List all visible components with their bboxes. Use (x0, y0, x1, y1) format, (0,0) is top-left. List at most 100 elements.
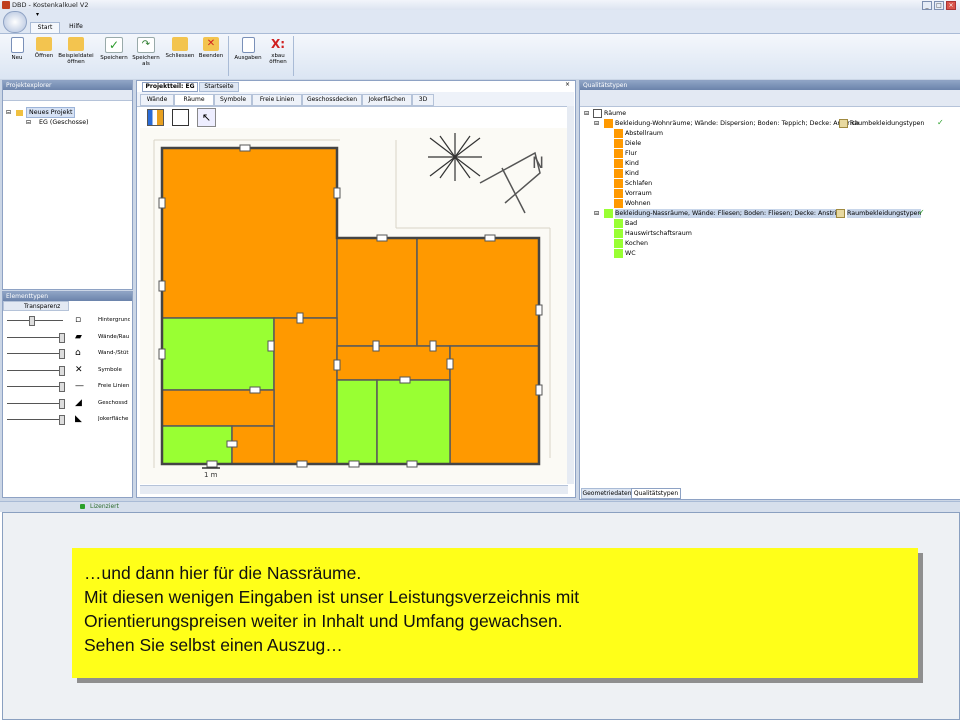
exit-label: Beenden (198, 53, 224, 59)
view-tab[interactable]: 3D (412, 94, 434, 106)
save-button[interactable]: ✓ Speichern (98, 37, 130, 61)
view-tab[interactable]: Räume (174, 94, 214, 106)
new-button[interactable]: Neu (4, 37, 30, 61)
group-color-swatch (604, 119, 613, 128)
transparency-slider-track[interactable] (7, 402, 63, 404)
room-abstellraum (161, 389, 275, 427)
tree-collapse-icon[interactable]: ⊟ (6, 109, 11, 116)
app-icon (2, 1, 10, 9)
plan-toolbar: ↖ (145, 106, 217, 128)
minimize-button[interactable]: _ (922, 1, 932, 10)
room-item[interactable]: Schlafen (625, 179, 652, 188)
tree-root-label[interactable]: Räume (604, 109, 626, 118)
opening-marker (406, 460, 418, 468)
xbau-open-button[interactable]: X: xbau öffnen (264, 37, 292, 65)
pointer-tool-icon[interactable]: ↖ (197, 108, 216, 127)
transparency-slider-thumb[interactable] (59, 382, 65, 392)
opening-marker (535, 304, 543, 316)
output-button[interactable]: Ausgaben (232, 37, 264, 61)
tree-collapse-icon[interactable]: ⊟ (584, 109, 589, 118)
tree-item-project[interactable]: Neues Projekt (26, 107, 76, 118)
room-item[interactable]: WC (625, 249, 636, 258)
doc-tab-projektteil[interactable]: Projektteil: EG (142, 82, 198, 92)
save-as-button[interactable]: ↷ Speichern als (131, 37, 161, 67)
room-color-swatch (614, 239, 623, 248)
xbau-open-label: xbau öffnen (269, 53, 287, 65)
room-color-swatch (614, 129, 623, 138)
close-file-button[interactable]: Schliessen (164, 37, 196, 59)
room-item[interactable]: Kind (625, 169, 639, 178)
room-item[interactable]: Hauswirtschaftsraum (625, 229, 692, 238)
exit-button[interactable]: ✕ Beenden (197, 37, 225, 59)
tab-hilfe[interactable]: Hilfe (62, 22, 90, 32)
close-window-button[interactable]: × (946, 1, 956, 10)
transparency-slider-thumb[interactable] (59, 398, 65, 409)
element-type-row[interactable]: ✕ Symbole (3, 364, 130, 378)
element-type-row[interactable]: ⌂ Wand-/Stüt (3, 347, 130, 361)
transparency-slider-track[interactable] (7, 386, 63, 387)
transparency-slider-track[interactable] (7, 369, 63, 371)
license-status: Lizenziert (90, 503, 119, 510)
transparency-slider-track[interactable] (7, 320, 63, 321)
element-type-row[interactable]: ◢ Geschossd (3, 397, 130, 411)
element-type-row[interactable]: ◣ Jokerfläche (3, 413, 130, 427)
window-title: DBD - Kostenkalkuel V2 (12, 1, 89, 9)
view-tab[interactable]: Symbole (214, 94, 252, 106)
room-item[interactable]: Wohnen (625, 199, 651, 208)
room-item[interactable]: Diele (625, 139, 641, 148)
room-item[interactable]: Kind (625, 159, 639, 168)
maximize-button[interactable]: □ (934, 1, 944, 10)
open-sample-button[interactable]: Beispieldatei öffnen (58, 37, 94, 65)
room-item[interactable]: Flur (625, 149, 637, 158)
view-tab[interactable]: Jokerflächen (362, 94, 412, 106)
project-explorer-header: Projektexplorer (3, 81, 132, 90)
tree-collapse-icon[interactable]: ⊟ (594, 209, 599, 218)
transparency-slider-thumb[interactable] (59, 415, 65, 425)
doc-tab-startseite[interactable]: Startseite (199, 82, 239, 92)
view-tab[interactable]: Wände (140, 94, 174, 106)
transparency-slider-thumb[interactable] (59, 365, 65, 376)
room-item[interactable]: Vorraum (625, 189, 652, 198)
element-type-row[interactable]: ▫ Hintergrund (3, 314, 130, 328)
transparency-slider-thumb[interactable] (59, 349, 65, 359)
view-tab[interactable]: Geschossdecken (302, 94, 362, 106)
room-item[interactable]: Bad (625, 219, 637, 228)
tree-collapse-icon[interactable]: ⊟ (594, 119, 599, 128)
opening-marker (348, 460, 360, 468)
room-item[interactable]: Abstellraum (625, 129, 663, 138)
xbau-icon: X: (270, 37, 286, 51)
room-item[interactable]: Kochen (625, 239, 648, 248)
app-orb-button[interactable] (3, 11, 27, 33)
tree-expand-icon[interactable]: ⊟ (26, 119, 31, 126)
opening-marker (267, 340, 275, 352)
callout-line-4: Sehen Sie selbst einen Auszug… (84, 635, 343, 655)
transparency-slider-track[interactable] (7, 336, 63, 338)
transparency-slider-thumb[interactable] (29, 316, 35, 326)
tree-item-floor[interactable]: EG (Geschosse) (39, 118, 89, 127)
quality-group-label[interactable]: Bekleidung-Wohnräume; Wände: Dispersion;… (615, 119, 859, 128)
open-button[interactable]: Öffnen (31, 37, 57, 59)
wall-tool-icon[interactable] (147, 109, 164, 126)
transparency-slider-track[interactable] (7, 353, 63, 354)
element-type-row[interactable]: — Freie Linien (3, 380, 130, 394)
plan-vertical-scrollbar[interactable] (567, 106, 574, 484)
plan-horizontal-scrollbar[interactable] (140, 485, 568, 494)
tab-qualitaetstypen[interactable]: Qualitätstypen (631, 488, 681, 499)
quality-group-label[interactable]: Bekleidung-Nassräume, Wände: Fliesen; Bo… (615, 209, 844, 218)
element-type-row[interactable]: ▰ Wände/Rau (3, 331, 130, 345)
room-color-swatch (614, 149, 623, 158)
transparency-slider-thumb[interactable] (59, 332, 65, 343)
open-sample-icon (68, 37, 84, 51)
element-type-label: Hintergrund (98, 317, 130, 323)
element-type-label: Symbole (98, 366, 122, 373)
quick-access-dropdown-icon[interactable]: ▾ (36, 11, 39, 18)
tab-geometriedaten[interactable]: Geometriedaten (581, 488, 633, 499)
room-tool-icon[interactable] (172, 109, 189, 126)
tab-start[interactable]: Start (30, 22, 60, 33)
doc-close-icon[interactable]: × (565, 81, 570, 88)
room-kind-2 (449, 345, 540, 465)
callout-line-2: Mit diesen wenigen Eingaben ist unser Le… (84, 587, 580, 607)
view-tab[interactable]: Freie Linien (252, 94, 302, 106)
transparency-slider-track[interactable] (7, 419, 63, 420)
floor-plan-canvas[interactable]: N 1 m (140, 128, 568, 484)
